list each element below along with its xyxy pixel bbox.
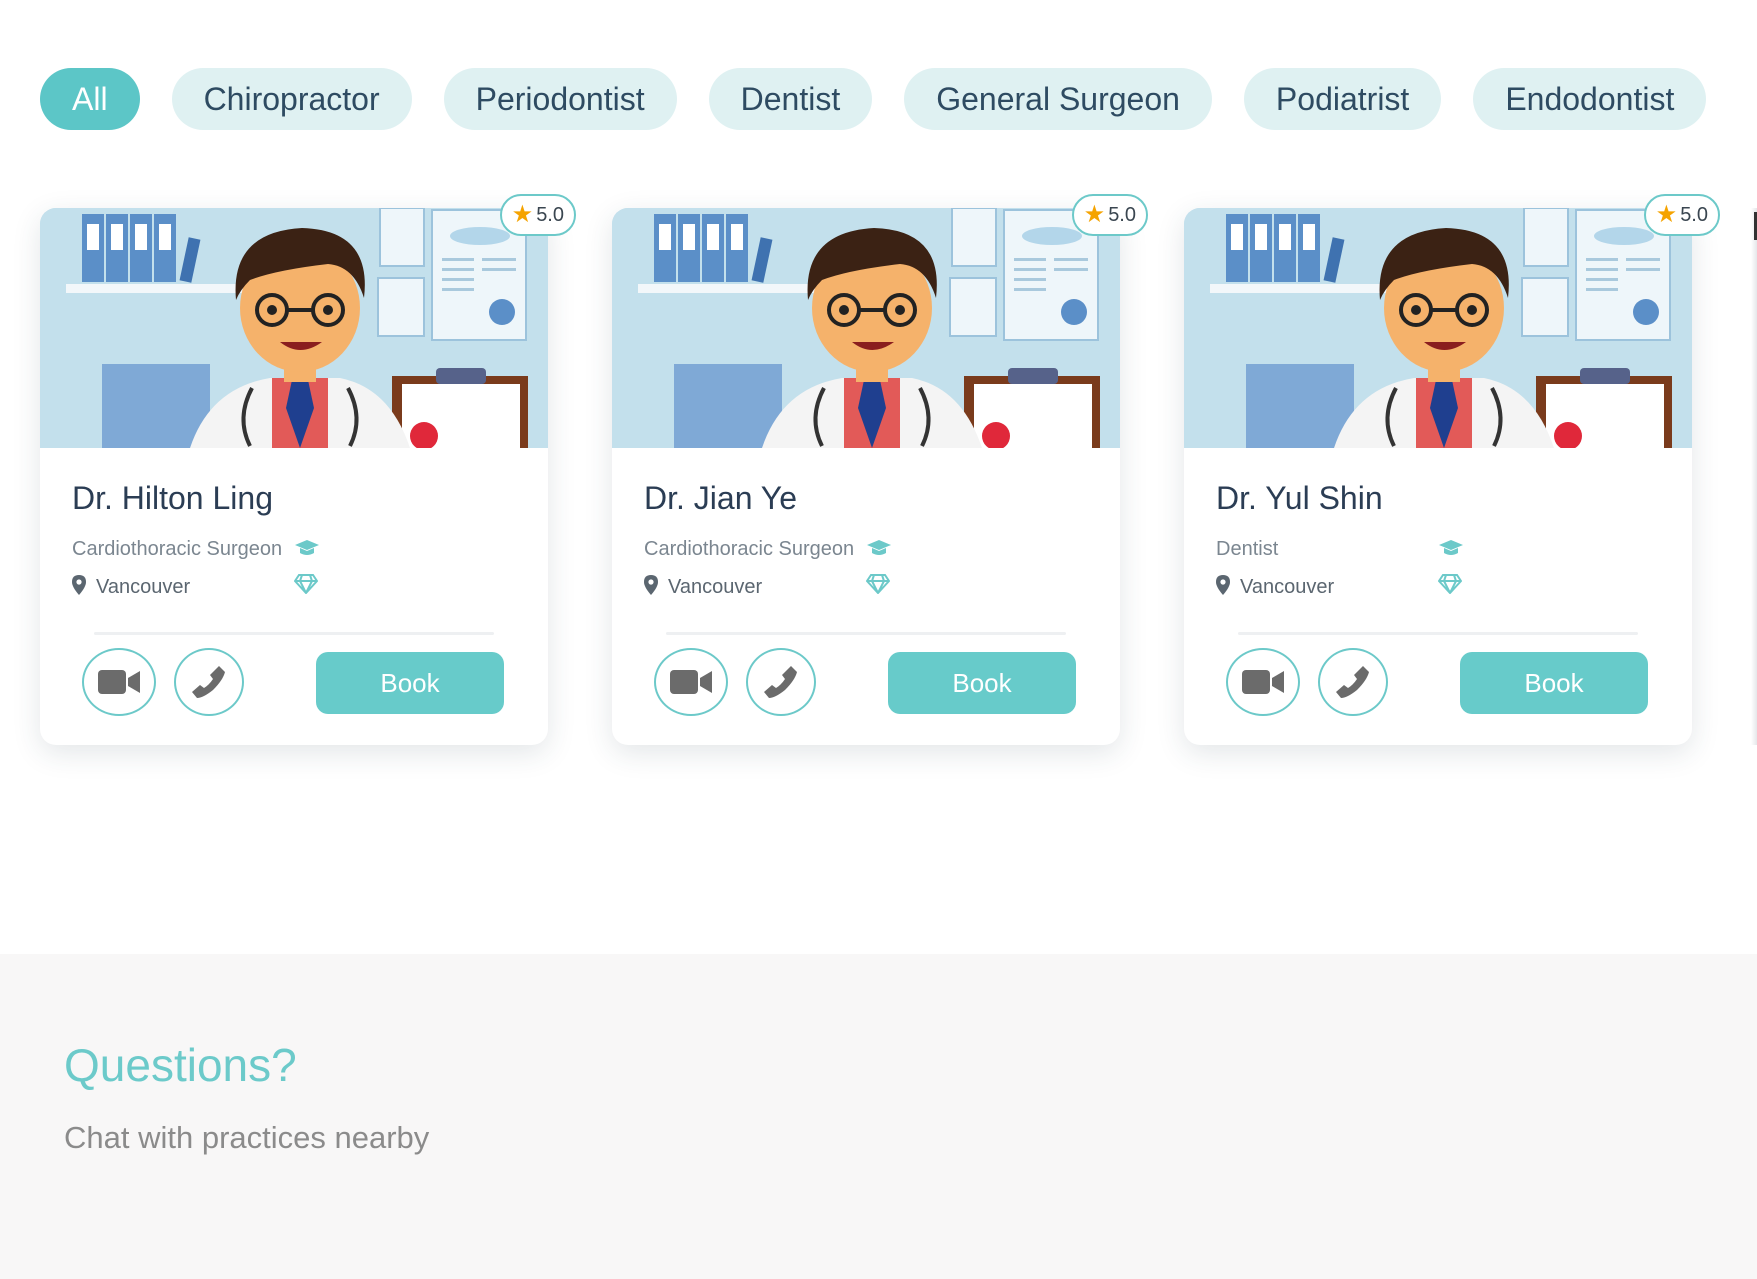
book-button[interactable]: Book xyxy=(888,652,1076,714)
filter-periodontist[interactable]: Periodontist xyxy=(443,68,677,130)
doctor-city: Vancouver xyxy=(668,576,763,598)
rating-badge: ★ 5.0 xyxy=(1071,194,1148,236)
map-pin-icon xyxy=(644,575,658,595)
questions-subtitle: Chat with practices nearby xyxy=(64,1120,430,1155)
doctor-specialty: Cardiothoracic Surgeon xyxy=(644,538,855,560)
phone-icon xyxy=(764,666,797,698)
star-icon: ★ xyxy=(1655,201,1678,228)
graduation-cap-icon xyxy=(295,540,319,555)
map-pin-icon xyxy=(72,575,86,595)
doctor-specialty: Dentist xyxy=(1216,538,1279,560)
video-call-button[interactable] xyxy=(1226,648,1300,716)
video-camera-icon xyxy=(1242,670,1284,694)
filter-dentist[interactable]: Dentist xyxy=(708,68,873,130)
book-button[interactable]: Book xyxy=(316,652,504,714)
card-divider xyxy=(1238,632,1638,635)
video-camera-icon xyxy=(670,670,712,694)
doctor-name: Dr. Hilton Ling xyxy=(72,480,273,516)
page: All Chiropractor Periodontist Dentist Ge… xyxy=(0,0,1757,1279)
doctor-name: Dr. Jian Ye xyxy=(644,480,797,516)
specialty-filter-bar: All Chiropractor Periodontist Dentist Ge… xyxy=(40,68,1707,130)
book-button[interactable]: Book xyxy=(1460,652,1648,714)
doctor-specialty: Cardiothoracic Surgeon xyxy=(72,538,283,560)
filter-podiatrist[interactable]: Podiatrist xyxy=(1243,68,1442,130)
star-icon: ★ xyxy=(1083,201,1106,228)
doctor-card[interactable]: ★ 5.0 Dr. Hilton Ling Cardiothoracic Sur… xyxy=(40,194,576,745)
phone-call-button[interactable] xyxy=(746,648,816,716)
doctor-illustration xyxy=(40,208,548,448)
filter-chiropractor[interactable]: Chiropractor xyxy=(171,68,412,130)
doctor-card[interactable]: ★ 5.0 Dr. Yul Shin Dentist Vancouver Boo… xyxy=(1184,194,1720,745)
diamond-icon xyxy=(866,574,890,594)
doctor-city: Vancouver xyxy=(96,576,191,598)
diamond-icon xyxy=(1438,574,1462,594)
video-camera-icon xyxy=(98,670,140,694)
rating-value: 5.0 xyxy=(1108,203,1136,226)
card-divider xyxy=(94,632,494,635)
doctor-illustration xyxy=(612,208,1120,448)
doctor-name: Dr. Yul Shin xyxy=(1216,480,1383,516)
doctor-illustration xyxy=(1184,208,1692,448)
map-pin-icon xyxy=(1216,575,1230,595)
rating-badge: ★ 5.0 xyxy=(499,194,576,236)
next-card-edge xyxy=(1751,208,1757,745)
rating-value: 5.0 xyxy=(536,203,564,226)
questions-title: Questions? xyxy=(64,1039,297,1091)
doctor-city: Vancouver xyxy=(1240,576,1335,598)
filter-all[interactable]: All xyxy=(40,68,140,130)
doctor-card[interactable]: ★ 5.0 Dr. Jian Ye Cardiothoracic Surgeon… xyxy=(612,194,1148,745)
graduation-cap-icon xyxy=(867,540,891,555)
questions-section: Questions? Chat with practices nearby xyxy=(0,954,1757,1279)
rating-value: 5.0 xyxy=(1680,203,1708,226)
phone-call-button[interactable] xyxy=(1318,648,1388,716)
diamond-icon xyxy=(294,574,318,594)
phone-call-button[interactable] xyxy=(174,648,244,716)
phone-icon xyxy=(1336,666,1369,698)
phone-icon xyxy=(192,666,225,698)
video-call-button[interactable] xyxy=(82,648,156,716)
card-divider xyxy=(666,632,1066,635)
graduation-cap-icon xyxy=(1439,540,1463,555)
filter-general-surgeon[interactable]: General Surgeon xyxy=(904,68,1212,130)
video-call-button[interactable] xyxy=(654,648,728,716)
rating-badge: ★ 5.0 xyxy=(1643,194,1720,236)
filter-endodontist[interactable]: Endodontist xyxy=(1473,68,1707,130)
star-icon: ★ xyxy=(511,201,534,228)
